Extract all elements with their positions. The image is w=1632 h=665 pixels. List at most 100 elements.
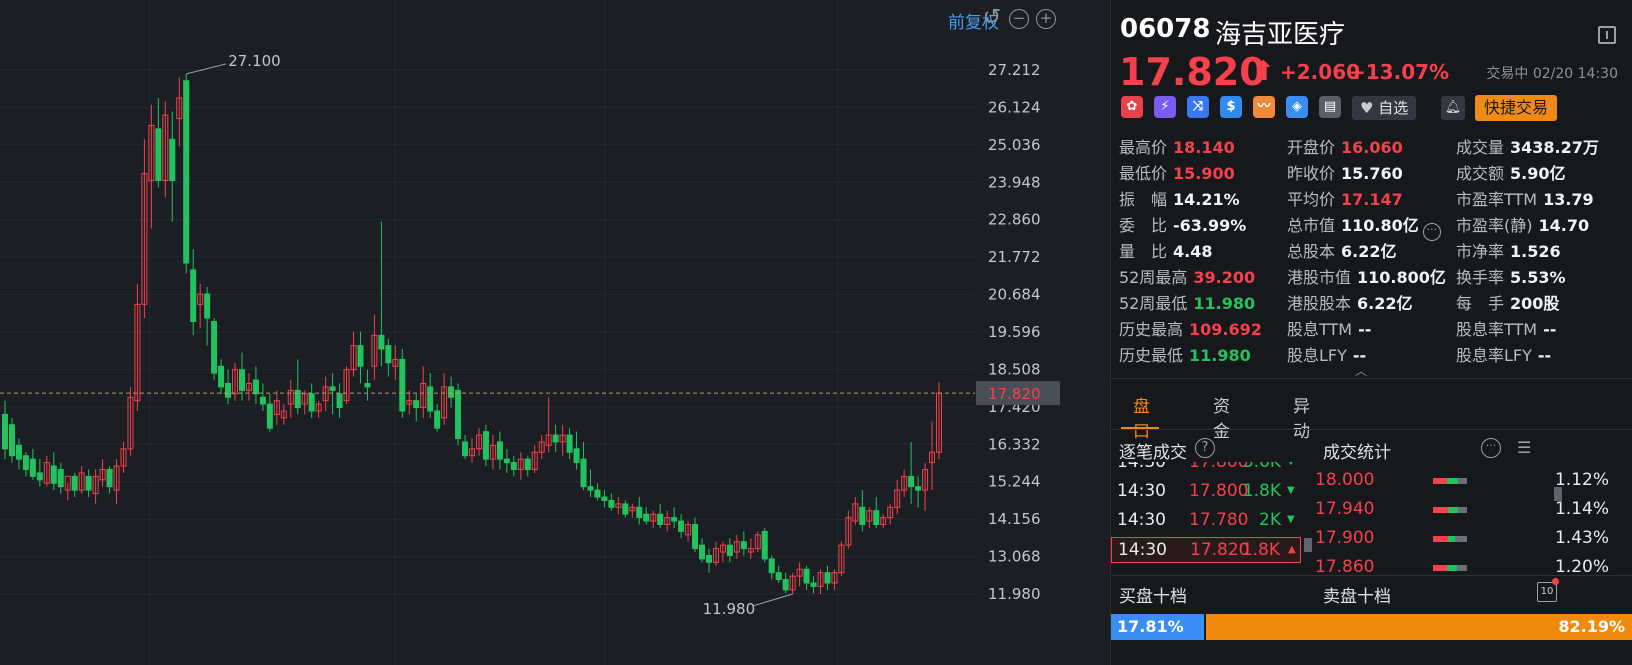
volume-stat-bar [1433,536,1467,542]
connect-icon[interactable]: ⤨ [1187,96,1209,118]
candle-body [204,293,211,319]
candle-body [448,386,455,398]
y-tick-label: 18.508 [988,360,1041,378]
buy-ratio-label: 17.81% [1117,617,1184,636]
help-icon[interactable]: ? [1195,438,1215,458]
stat-value: 15.760 [1341,164,1403,183]
tick-time: 14:30 [1117,462,1166,472]
candle-body [266,403,273,429]
stat-label: 港股股本 [1287,294,1352,313]
stats-row: 历史最低 11.980 股息LFY -- 股息率LFY -- [1111,342,1632,368]
candle-body [692,524,699,550]
stat-value: 5.90亿 [1510,164,1566,183]
up-arrow-icon: ⬆ [1252,56,1275,87]
stat-cell: 委 比 -63.99% [1119,212,1246,236]
zoom-in-icon[interactable]: + [1036,9,1056,29]
tick-list[interactable]: 14:3017.8003.6K▼14:3017.8001.8K▼14:3017.… [1111,462,1301,574]
candle-body [671,517,678,522]
tick-list-scrollbar[interactable] [1304,538,1312,552]
stat-label: 委 比 [1119,216,1168,235]
stat-cell: 成交量 3438.27万 [1456,134,1599,158]
stat-label: 市盈率(静) [1456,216,1533,235]
stat-label: 股息率LFY [1456,346,1532,365]
candle-body [399,358,406,412]
stat-label: 52周最高 [1119,268,1188,287]
kline-chart[interactable]: 27.212 26.124 25.036 23.948 22.860 21.772 20.6… [0,0,1110,665]
candle-body [462,441,469,457]
stat-value: 6.22亿 [1341,242,1397,261]
stat-label: 昨收价 [1287,164,1336,183]
stat-value: 13.79 [1543,190,1594,209]
volume-stat-pct: 1.12% [1554,470,1609,490]
y-tick-label: 13.068 [988,548,1041,566]
y-tick-label: 21.772 [988,248,1041,266]
current-price-label: 17.820 [988,385,1041,403]
stat-label: 换手率 [1456,268,1505,287]
tab-1[interactable]: 资金 [1213,392,1230,442]
tick-price: 17.780 [1189,510,1249,530]
candle-body [622,503,629,515]
tab-2[interactable]: 异动 [1293,392,1310,442]
zoom-out-icon[interactable]: − [1009,9,1029,29]
bell-icon[interactable]: 🔔︎ [1441,96,1465,120]
kline-svg[interactable]: 27.212 26.124 25.036 23.948 22.860 21.772 20.6… [0,0,1060,665]
y-tick-label: 20.684 [988,286,1041,304]
candle-body [434,410,441,429]
trend-icon[interactable]: 〰 [1253,96,1275,118]
tick-price: 17.820 [1190,540,1250,560]
min-pointer [752,593,793,607]
candle-body [566,434,573,453]
tick-volume: 3.6K [1242,462,1281,472]
candle-body [106,468,113,488]
candle-body [873,510,880,526]
price-tag-icon[interactable]: ◈ [1286,96,1308,118]
volume-stat-pct: 1.20% [1554,557,1609,574]
hk-flag-icon[interactable]: ✿ [1121,96,1143,118]
collapse-chevron-icon[interactable]: ︿ [1355,362,1367,379]
stat-cell: 总市值 110.80亿 ··· [1287,212,1441,241]
candle-body [190,269,197,323]
more-icon[interactable]: ··· [1481,438,1501,458]
tick-volume: 2K [1259,510,1281,530]
stat-cell: 量 比 4.48 [1119,238,1213,262]
stat-value: 11.980 [1189,346,1251,365]
stat-value: 3438.27万 [1510,138,1599,157]
volume-stat-row: 17.940 1.14% [1315,499,1615,528]
note-icon[interactable]: ▤ [1319,96,1341,118]
sell-portion [1448,507,1459,513]
stat-label: 历史最低 [1119,346,1184,365]
volume-stats-list[interactable]: 18.000 1.12% 17.940 1.14% 17.900 1.43% 17.860 1… [1315,470,1615,574]
candle-body [169,138,176,181]
depth-toggle-button[interactable]: 10 [1537,582,1557,602]
stat-cell: 成交额 5.90亿 [1456,160,1566,184]
candle-body [705,554,712,563]
stat-value: 16.060 [1341,138,1403,157]
stat-cell: 港股股本 6.22亿 [1287,290,1413,314]
candle-body [357,345,364,367]
volume-stats-scrollbar[interactable] [1554,487,1562,501]
candle-body [225,382,232,398]
quick-trade-button[interactable]: 快捷交易 [1475,95,1557,121]
stat-cell: 平均价 17.147 [1287,186,1403,210]
layout-icon[interactable] [1598,26,1616,44]
y-tick-label: 25.036 [988,136,1041,154]
tab-0[interactable]: 盘口 [1133,392,1150,442]
candle-body [643,513,650,522]
stat-cell: 市净率 1.526 [1456,238,1561,262]
stats-row: 52周最高 39.200 港股市值 110.800亿 换手率 5.53% [1111,264,1632,290]
margin-icon[interactable]: ⚡ [1154,96,1176,118]
candle-body [50,465,57,484]
reset-icon[interactable]: ↺ [982,7,1002,29]
candle-body [85,475,92,491]
candle-body [308,393,315,412]
volume-stat-bar [1433,565,1467,571]
dollar-icon[interactable]: $ [1220,96,1242,118]
stat-value: 17.147 [1341,190,1403,209]
y-tick-label: 22.860 [988,211,1041,229]
sell-ratio-label: 82.19% [1558,617,1625,636]
stat-cell: 振 幅 14.21% [1119,186,1240,210]
stat-value: 110.800亿 [1357,268,1446,287]
add-favorite-button[interactable]: ♥ 自选 [1352,96,1417,120]
list-icon[interactable]: ☰ [1517,438,1537,458]
max-pointer [186,63,227,75]
